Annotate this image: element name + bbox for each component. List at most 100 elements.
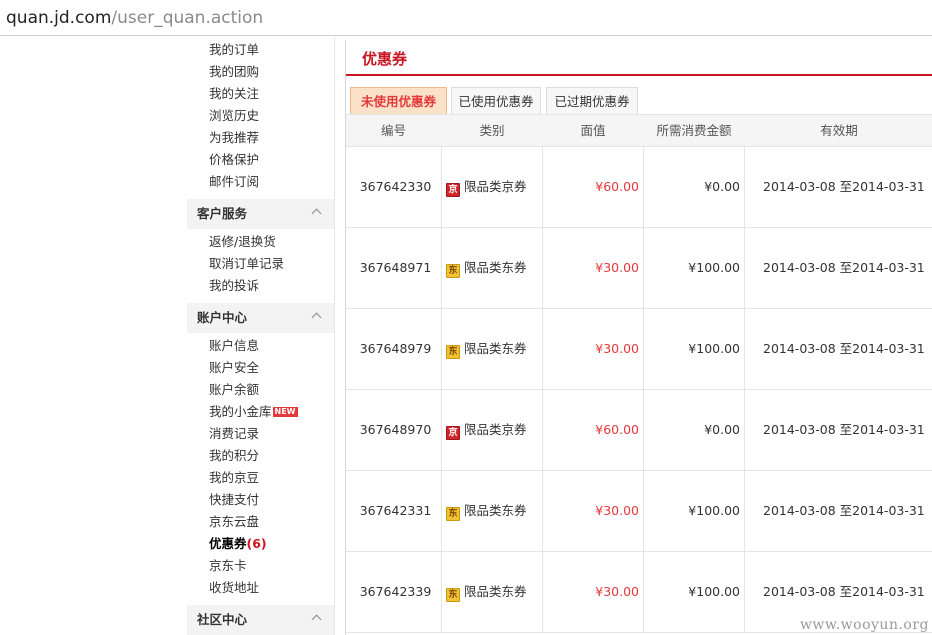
column-divider bbox=[744, 309, 745, 389]
column-divider bbox=[643, 552, 644, 632]
sidebar-section-account-center[interactable]: 账户中心 bbox=[187, 303, 334, 333]
dong-coupon-icon: 东 bbox=[446, 507, 460, 521]
chevron-up-icon bbox=[311, 614, 322, 625]
sidebar-item-points[interactable]: 我的积分 bbox=[209, 447, 259, 465]
section-title: 社区中心 bbox=[197, 612, 248, 627]
account-sidebar: 我的订单 我的团购 我的关注 浏览历史 为我推荐 价格保护 邮件订阅 客户服务 … bbox=[187, 37, 335, 635]
column-divider bbox=[744, 228, 745, 308]
coupon-min-spend: ¥100.00 bbox=[688, 341, 740, 356]
coupon-min-spend: ¥100.00 bbox=[688, 584, 740, 599]
column-header-type: 类别 bbox=[479, 123, 505, 138]
coupon-value: ¥30.00 bbox=[595, 341, 639, 356]
coupon-validity: 2014-03-08 至2014-03-31 bbox=[763, 260, 925, 275]
sidebar-item-balance[interactable]: 账户余额 bbox=[209, 381, 259, 399]
column-divider bbox=[441, 147, 442, 227]
sidebar-item-account-info[interactable]: 账户信息 bbox=[209, 337, 259, 355]
coupon-id: 367642339 bbox=[359, 584, 432, 599]
coupon-min-spend: ¥100.00 bbox=[688, 260, 740, 275]
watermark: www.wooyun.org bbox=[799, 617, 929, 633]
column-divider bbox=[744, 390, 745, 470]
coupon-id: 367648979 bbox=[359, 341, 432, 356]
column-divider bbox=[643, 147, 644, 227]
coupon-validity: 2014-03-08 至2014-03-31 bbox=[763, 503, 925, 518]
column-divider bbox=[643, 309, 644, 389]
tab-used-coupons[interactable]: 已使用优惠券 bbox=[451, 87, 541, 114]
new-badge: NEW bbox=[272, 407, 298, 417]
tab-unused-coupons[interactable]: 未使用优惠券 bbox=[350, 87, 447, 114]
column-divider bbox=[542, 552, 543, 632]
section-title: 客户服务 bbox=[197, 206, 248, 221]
sidebar-item-label: 我的小金库 bbox=[209, 404, 272, 419]
sidebar-item-jd-card[interactable]: 京东卡 bbox=[209, 557, 247, 575]
sidebar-item-spending[interactable]: 消费记录 bbox=[209, 425, 259, 443]
tab-expired-coupons[interactable]: 已过期优惠券 bbox=[546, 87, 638, 114]
sidebar-item-quick-pay[interactable]: 快捷支付 bbox=[209, 491, 259, 509]
page-title: 优惠券 bbox=[362, 50, 408, 68]
sidebar-item-label: 优惠券 bbox=[209, 536, 247, 551]
sidebar-item-address[interactable]: 收货地址 bbox=[209, 579, 259, 597]
column-header-min-spend: 所需消费金额 bbox=[656, 123, 732, 138]
column-divider bbox=[744, 552, 745, 632]
coupon-type: 京限品类京券 bbox=[442, 390, 542, 470]
chevron-up-icon bbox=[311, 312, 322, 323]
jing-coupon-icon: 京 bbox=[446, 426, 460, 440]
column-divider bbox=[542, 147, 543, 227]
coupon-validity: 2014-03-08 至2014-03-31 bbox=[763, 179, 925, 194]
coupon-type-label: 限品类东券 bbox=[464, 260, 527, 275]
sidebar-item-my-orders[interactable]: 我的订单 bbox=[209, 41, 259, 59]
column-divider bbox=[643, 228, 644, 308]
coupon-panel: 优惠券 未使用优惠券 已使用优惠券 已过期优惠券 编号 类别 面值 所需消费金额… bbox=[345, 40, 932, 635]
dong-coupon-icon: 东 bbox=[446, 264, 460, 278]
sidebar-item-email-sub[interactable]: 邮件订阅 bbox=[209, 173, 259, 191]
sidebar-item-history[interactable]: 浏览历史 bbox=[209, 107, 259, 125]
coupon-type: 东限品类东券 bbox=[442, 471, 542, 551]
table-row: 367642331 东限品类东券 ¥30.00 ¥100.00 2014-03-08 至… bbox=[346, 471, 932, 552]
coupon-type: 东限品类东券 bbox=[442, 228, 542, 308]
coupon-type-label: 限品类东券 bbox=[464, 503, 527, 518]
column-divider bbox=[542, 309, 543, 389]
sidebar-item-vault[interactable]: 我的小金库 NEW bbox=[209, 403, 298, 421]
sidebar-item-follows[interactable]: 我的关注 bbox=[209, 85, 259, 103]
coupon-validity: 2014-03-08 至2014-03-31 bbox=[763, 422, 925, 437]
column-divider bbox=[744, 471, 745, 551]
sidebar-item-account-security[interactable]: 账户安全 bbox=[209, 359, 259, 377]
coupon-value: ¥60.00 bbox=[595, 179, 639, 194]
sidebar-item-group-buys[interactable]: 我的团购 bbox=[209, 63, 259, 81]
address-bar[interactable]: quan.jd.com/user_quan.action bbox=[0, 0, 932, 36]
column-divider bbox=[643, 390, 644, 470]
coupon-validity: 2014-03-08 至2014-03-31 bbox=[763, 341, 925, 356]
coupon-id: 367642330 bbox=[359, 179, 432, 194]
column-divider bbox=[441, 390, 442, 470]
column-header-value: 面值 bbox=[580, 123, 606, 138]
coupon-type-label: 限品类京券 bbox=[464, 422, 527, 437]
coupon-type: 京限品类京券 bbox=[442, 147, 542, 227]
coupon-type-label: 限品类京券 bbox=[464, 179, 527, 194]
coupon-type: 东限品类东券 bbox=[442, 309, 542, 389]
sidebar-item-cancelled-orders[interactable]: 取消订单记录 bbox=[209, 255, 284, 273]
sidebar-item-price-protect[interactable]: 价格保护 bbox=[209, 151, 259, 169]
column-divider bbox=[542, 228, 543, 308]
column-header-validity: 有效期 bbox=[820, 123, 858, 138]
sidebar-item-returns[interactable]: 返修/退换货 bbox=[209, 233, 276, 251]
title-divider bbox=[346, 74, 932, 76]
url-path: /user_quan.action bbox=[111, 8, 264, 28]
column-divider bbox=[744, 147, 745, 227]
sidebar-item-jd-beans[interactable]: 我的京豆 bbox=[209, 469, 259, 487]
url-text[interactable]: quan.jd.com/user_quan.action bbox=[6, 6, 263, 30]
sidebar-item-coupons[interactable]: 优惠券(6) bbox=[209, 535, 267, 553]
sidebar-item-cloud-disk[interactable]: 京东云盘 bbox=[209, 513, 259, 531]
coupon-type: 东限品类东券 bbox=[442, 552, 542, 632]
dong-coupon-icon: 东 bbox=[446, 345, 460, 359]
url-host: quan.jd.com bbox=[6, 8, 112, 28]
sidebar-section-community[interactable]: 社区中心 bbox=[187, 605, 334, 635]
column-divider bbox=[542, 390, 543, 470]
coupon-count-badge: (6) bbox=[246, 536, 267, 551]
table-row: 367642330 京限品类京券 ¥60.00 ¥0.00 2014-03-08 至20… bbox=[346, 147, 932, 228]
coupon-value: ¥30.00 bbox=[595, 584, 639, 599]
sidebar-item-recommend[interactable]: 为我推荐 bbox=[209, 129, 259, 147]
column-divider bbox=[441, 309, 442, 389]
coupon-type-label: 限品类东券 bbox=[464, 584, 527, 599]
sidebar-section-customer-service[interactable]: 客户服务 bbox=[187, 199, 334, 229]
column-divider bbox=[643, 471, 644, 551]
sidebar-item-complaints[interactable]: 我的投诉 bbox=[209, 277, 259, 295]
